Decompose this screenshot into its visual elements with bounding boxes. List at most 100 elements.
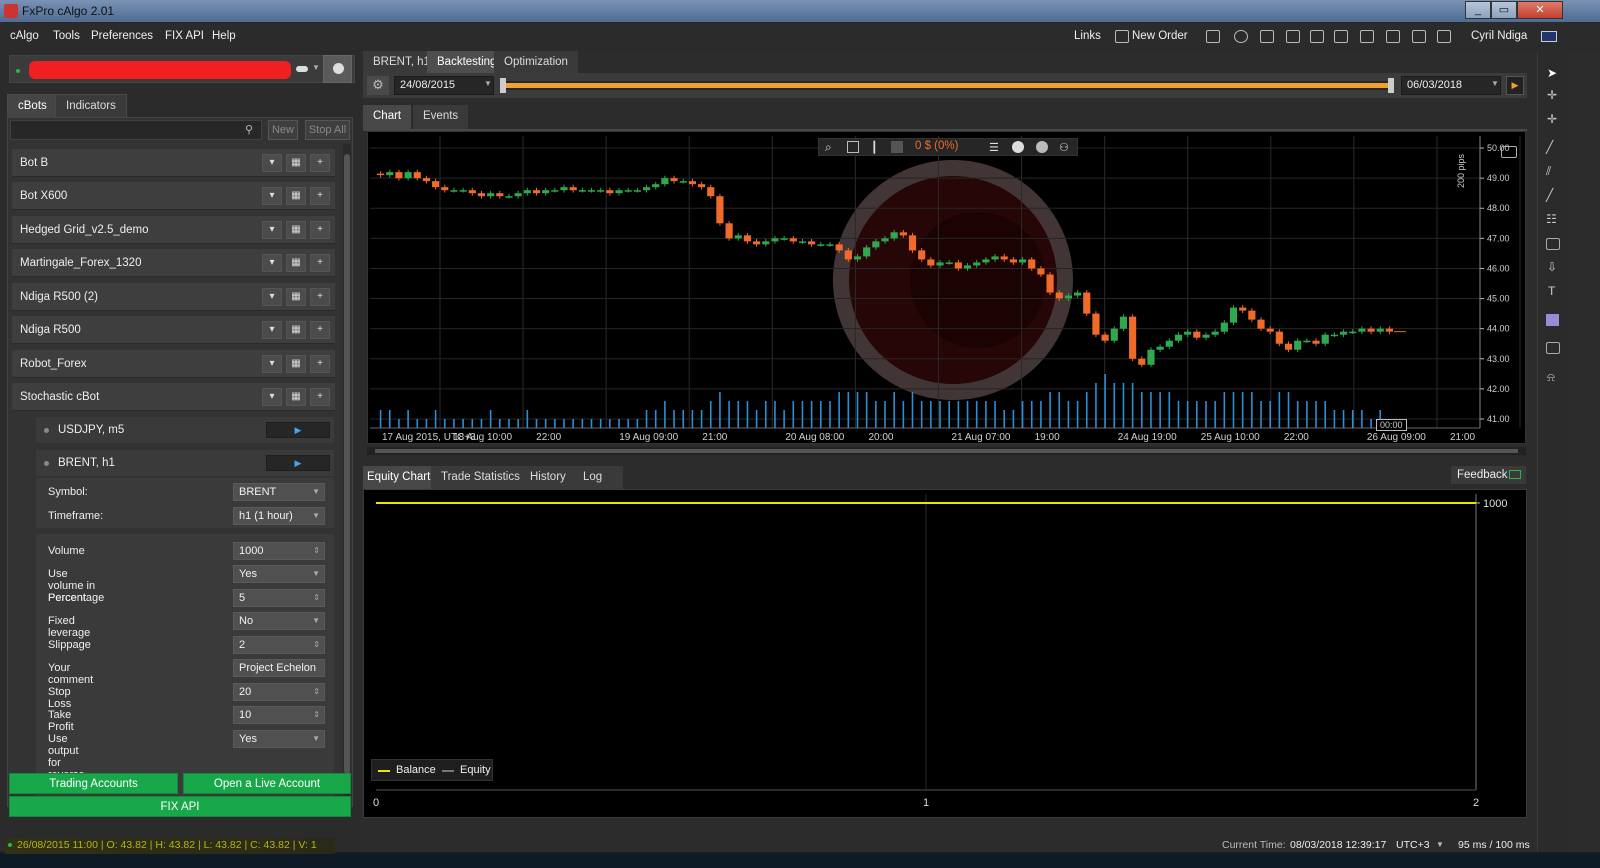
param-field[interactable]: Yes ▼	[233, 565, 325, 583]
cbot-search-input[interactable]	[10, 120, 262, 140]
cbot-item[interactable]: Ndiga R500 ▾ ▦ +	[12, 316, 335, 344]
tab-history[interactable]: History	[520, 466, 576, 489]
chevron-down-icon[interactable]: ▼	[312, 484, 320, 500]
channel-icon[interactable]: ⫽	[1546, 164, 1551, 179]
chevron-down-icon[interactable]: ▼	[312, 731, 320, 747]
chevron-down-icon[interactable]: ▾	[262, 288, 282, 306]
instances-icon[interactable]: ▦	[286, 288, 306, 306]
chevron-down-icon[interactable]: ▾	[262, 154, 282, 172]
mail-icon[interactable]	[1360, 30, 1374, 43]
tab-trade-statistics[interactable]: Trade Statistics	[431, 466, 530, 489]
sound-icon[interactable]	[1386, 30, 1400, 43]
zoom-icon[interactable]: ⌕	[825, 140, 832, 155]
chart-horizontal-scrollbar[interactable]	[367, 447, 1526, 455]
line-icon[interactable]: ╱	[1546, 140, 1553, 154]
param-field[interactable]: Yes ▼	[233, 730, 325, 748]
end-date-picker[interactable]: 06/03/2018	[1401, 76, 1501, 95]
add-instance-button[interactable]: +	[310, 288, 330, 306]
instances-icon[interactable]: ▦	[286, 254, 306, 272]
instances-icon[interactable]: ▦	[286, 221, 306, 239]
cursor-icon[interactable]: ➤	[1547, 66, 1557, 80]
add-instance-button[interactable]: +	[310, 221, 330, 239]
spinner-icon[interactable]: ⇕	[313, 637, 320, 653]
text-icon[interactable]	[1286, 30, 1300, 43]
account-selector[interactable]: ▼	[9, 55, 355, 83]
chevron-down-icon[interactable]: ▾	[262, 187, 282, 205]
param-field[interactable]: 1000 ⇕	[233, 542, 325, 560]
chevron-down-icon[interactable]: ▼	[312, 508, 320, 524]
new-cbot-button[interactable]: New	[268, 120, 298, 140]
gear-icon[interactable]: ⚙	[367, 76, 389, 95]
param-field[interactable]: 5 ⇕	[233, 589, 325, 607]
chevron-down-icon[interactable]: ▾	[262, 388, 282, 406]
tab-cbots[interactable]: cBots	[7, 94, 58, 118]
menu-calgo[interactable]: cAlgo	[10, 30, 39, 42]
menu-fix-api[interactable]: FIX API	[165, 30, 204, 42]
minimize-button[interactable]: _	[1465, 1, 1491, 19]
date-range-slider[interactable]	[500, 78, 1394, 93]
scrollbar-thumb[interactable]	[375, 449, 1518, 453]
start-date-picker[interactable]: 24/08/2015	[394, 76, 494, 95]
range-end-handle[interactable]	[1388, 78, 1394, 93]
stop-all-button[interactable]: Stop All	[305, 120, 350, 140]
cbot-item[interactable]: Martingale_Forex_1320 ▾ ▦ +	[12, 249, 335, 277]
instances-icon[interactable]: ▦	[286, 388, 306, 406]
equity-chart[interactable]: 0 1 2 1000 Balance Equity	[363, 489, 1527, 818]
scrollbar[interactable]	[343, 144, 351, 808]
spinner-icon[interactable]: ⇕	[313, 543, 320, 559]
instances-icon[interactable]: ▦	[286, 187, 306, 205]
chevron-down-icon[interactable]: ▾	[262, 254, 282, 272]
list-icon[interactable]: ☰	[989, 141, 999, 154]
scrollbar-thumb[interactable]	[344, 154, 350, 774]
screen-icon[interactable]	[1206, 30, 1220, 43]
cbot-item[interactable]: Hedged Grid_v2.5_demo ▾ ▦ +	[12, 216, 335, 244]
cbot-item[interactable]: Bot X600 ▾ ▦ +	[12, 182, 335, 210]
fibonacci-icon[interactable]: ☷	[1546, 212, 1557, 226]
text-tool-icon[interactable]: T	[1548, 284, 1555, 298]
crosshair-icon[interactable]: ✛	[1547, 88, 1557, 102]
param-field[interactable]: BRENT ▼	[233, 483, 325, 501]
play-button[interactable]: ▶	[266, 455, 330, 471]
menu-tools[interactable]: Tools	[53, 30, 80, 42]
cbot-item[interactable]: Robot_Forex ▾ ▦ +	[12, 350, 335, 378]
person-icon[interactable]: ⚇	[1059, 141, 1069, 154]
arrow-down-icon[interactable]: ⇩	[1547, 260, 1557, 274]
spinner-icon[interactable]: ⇕	[313, 590, 320, 606]
add-instance-button[interactable]: +	[310, 321, 330, 339]
chevron-down-icon[interactable]: ▾	[262, 355, 282, 373]
add-instance-button[interactable]: +	[310, 154, 330, 172]
price-chart[interactable]: 17 Aug 2015, UTC+3 18 Aug 10:00 22:00 19 Au…	[367, 131, 1526, 444]
chat-icon[interactable]	[1234, 30, 1248, 43]
chevron-down-icon[interactable]: ▼	[312, 566, 320, 582]
instances-icon[interactable]: ▦	[286, 321, 306, 339]
param-field[interactable]: 10 ⇕	[233, 706, 325, 724]
tab-equity-chart[interactable]: Equity Chart	[363, 466, 435, 489]
cbot-instance[interactable]: BRENT, h1 ▶	[36, 450, 334, 476]
range-start-handle[interactable]	[500, 78, 506, 93]
chart-type-icon[interactable]	[847, 141, 859, 153]
add-instance-button[interactable]: +	[310, 187, 330, 205]
cbot-instance[interactable]: USDJPY, m5 ▶	[36, 417, 334, 443]
user-profile-button[interactable]	[323, 55, 352, 83]
info-icon[interactable]	[1012, 141, 1024, 153]
user-name[interactable]: Cyril Ndiga	[1471, 30, 1527, 42]
candles-icon[interactable]: ┃	[871, 141, 878, 154]
chevron-down-icon[interactable]: ▾	[262, 321, 282, 339]
maximize-button[interactable]: ▭	[1491, 1, 1517, 19]
rectangle-icon[interactable]	[1546, 238, 1560, 250]
spinner-icon[interactable]: ⇕	[313, 707, 320, 723]
camera-icon[interactable]	[1546, 342, 1560, 354]
fix-api-button[interactable]: FIX API	[9, 796, 351, 817]
links-button[interactable]: Links	[1074, 30, 1101, 42]
tab-chart[interactable]: Chart	[363, 105, 412, 129]
tab-log[interactable]: Log	[573, 466, 623, 489]
fullscreen-icon[interactable]	[1437, 30, 1451, 43]
close-button[interactable]: ✕	[1517, 1, 1563, 19]
screenshot-icon[interactable]	[1501, 146, 1517, 158]
instances-icon[interactable]: ▦	[286, 154, 306, 172]
add-instance-button[interactable]: +	[310, 388, 330, 406]
add-instance-button[interactable]: +	[310, 355, 330, 373]
ray-icon[interactable]: ╱	[1546, 188, 1553, 202]
open-live-account-button[interactable]: Open a Live Account	[183, 773, 351, 794]
menu-preferences[interactable]: Preferences	[91, 30, 153, 42]
